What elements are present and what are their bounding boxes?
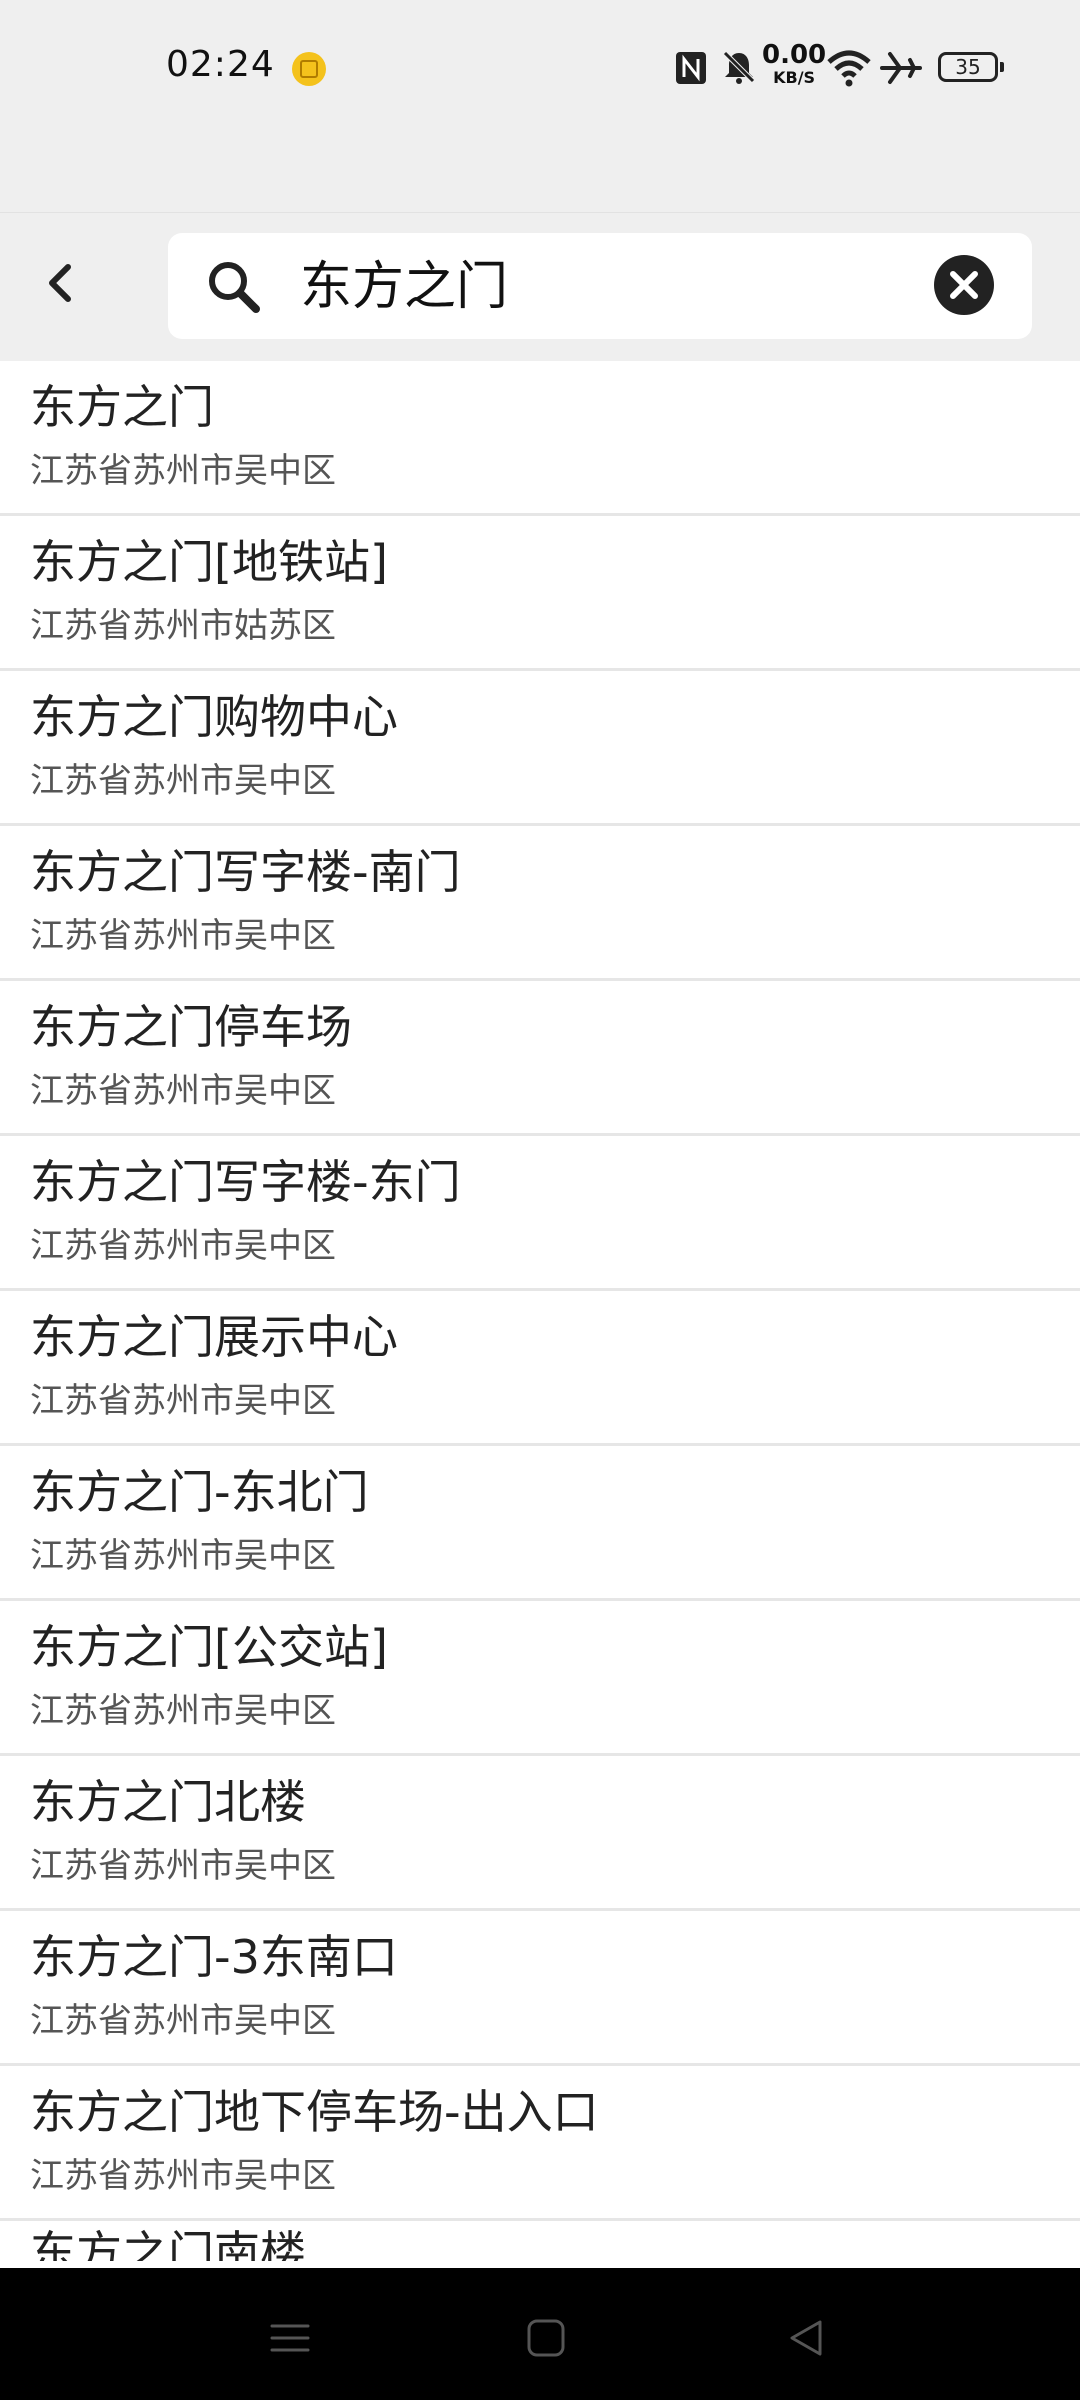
result-title: 东方之门-东北门 <box>30 1465 369 1519</box>
airplane-icon <box>880 50 922 90</box>
result-title: 东方之门北楼 <box>30 1775 306 1829</box>
home-square-icon <box>527 2319 565 2357</box>
search-input[interactable]: 东方之门 <box>300 257 508 317</box>
result-title: 东方之门展示中心 <box>30 1310 398 1364</box>
nav-back-button[interactable] <box>776 2308 836 2368</box>
result-title: 东方之门地下停车场-出入口 <box>30 2085 599 2139</box>
wifi-icon <box>826 48 872 92</box>
result-address: 江苏省苏州市姑苏区 <box>30 606 336 646</box>
net-speed-value: 0.00 <box>762 40 827 70</box>
battery-indicator: 35 <box>938 52 1004 82</box>
list-item[interactable]: 东方之门北楼 江苏省苏州市吴中区 <box>0 1756 1080 1911</box>
result-title: 东方之门[公交站] <box>30 1620 388 1674</box>
list-item[interactable]: 东方之门[公交站] 江苏省苏州市吴中区 <box>0 1601 1080 1756</box>
system-nav-bar <box>0 2268 1080 2400</box>
result-address: 江苏省苏州市吴中区 <box>30 2001 336 2041</box>
list-item[interactable]: 东方之门-3东南口 江苏省苏州市吴中区 <box>0 1911 1080 2066</box>
notification-app-icon <box>292 52 326 86</box>
chevron-left-icon <box>49 264 71 302</box>
result-title: 东方之门南楼 <box>30 2226 306 2261</box>
list-item[interactable]: 东方之门停车场 江苏省苏州市吴中区 <box>0 981 1080 1136</box>
list-item[interactable]: 东方之门购物中心 江苏省苏州市吴中区 <box>0 671 1080 826</box>
result-title: 东方之门[地铁站] <box>30 535 388 589</box>
search-box[interactable]: 东方之门 <box>168 233 1032 339</box>
nav-menu-button[interactable] <box>260 2308 320 2368</box>
status-bar: 02:24 0.00 KB/S 35 <box>0 0 1080 213</box>
list-item[interactable]: 东方之门[地铁站] 江苏省苏州市姑苏区 <box>0 516 1080 671</box>
results-list: 东方之门 江苏省苏州市吴中区 东方之门[地铁站] 江苏省苏州市姑苏区 东方之门购… <box>0 361 1080 2261</box>
result-title: 东方之门写字楼-东门 <box>30 1155 461 1209</box>
result-address: 江苏省苏州市吴中区 <box>30 451 336 491</box>
nfc-icon <box>674 50 708 90</box>
list-item[interactable]: 东方之门写字楼-东门 江苏省苏州市吴中区 <box>0 1136 1080 1291</box>
status-time: 02:24 <box>166 44 275 85</box>
menu-icon <box>270 2324 310 2352</box>
net-speed-unit: KB/S <box>773 68 816 87</box>
result-address: 江苏省苏州市吴中区 <box>30 2156 336 2196</box>
result-address: 江苏省苏州市吴中区 <box>30 1691 336 1731</box>
list-item[interactable]: 东方之门写字楼-南门 江苏省苏州市吴中区 <box>0 826 1080 981</box>
list-item[interactable]: 东方之门地下停车场-出入口 江苏省苏州市吴中区 <box>0 2066 1080 2221</box>
result-title: 东方之门 <box>30 380 214 434</box>
result-address: 江苏省苏州市吴中区 <box>30 916 336 956</box>
search-icon <box>204 257 264 321</box>
net-speed: 0.00 KB/S <box>762 42 826 86</box>
result-title: 东方之门-3东南口 <box>30 1930 398 1984</box>
result-address: 江苏省苏州市吴中区 <box>30 1071 336 1111</box>
list-item-partial[interactable]: 东方之门南楼 <box>0 2221 1080 2261</box>
result-address: 江苏省苏州市吴中区 <box>30 761 336 801</box>
result-address: 江苏省苏州市吴中区 <box>30 1381 336 1421</box>
search-header: 东方之门 <box>0 213 1080 361</box>
result-address: 江苏省苏州市吴中区 <box>30 1226 336 1266</box>
result-address: 江苏省苏州市吴中区 <box>30 1536 336 1576</box>
list-item[interactable]: 东方之门展示中心 江苏省苏州市吴中区 <box>0 1291 1080 1446</box>
clear-button[interactable] <box>932 253 996 321</box>
result-title: 东方之门购物中心 <box>30 690 398 744</box>
result-title: 东方之门停车场 <box>30 1000 352 1054</box>
mute-bell-icon <box>720 48 758 90</box>
list-item[interactable]: 东方之门 江苏省苏州市吴中区 <box>0 361 1080 516</box>
close-circle-icon <box>934 255 994 315</box>
back-button[interactable] <box>28 251 92 315</box>
result-title: 东方之门写字楼-南门 <box>30 845 461 899</box>
result-address: 江苏省苏州市吴中区 <box>30 1846 336 1886</box>
back-triangle-icon <box>790 2320 822 2356</box>
nav-home-button[interactable] <box>516 2308 576 2368</box>
list-item[interactable]: 东方之门-东北门 江苏省苏州市吴中区 <box>0 1446 1080 1601</box>
